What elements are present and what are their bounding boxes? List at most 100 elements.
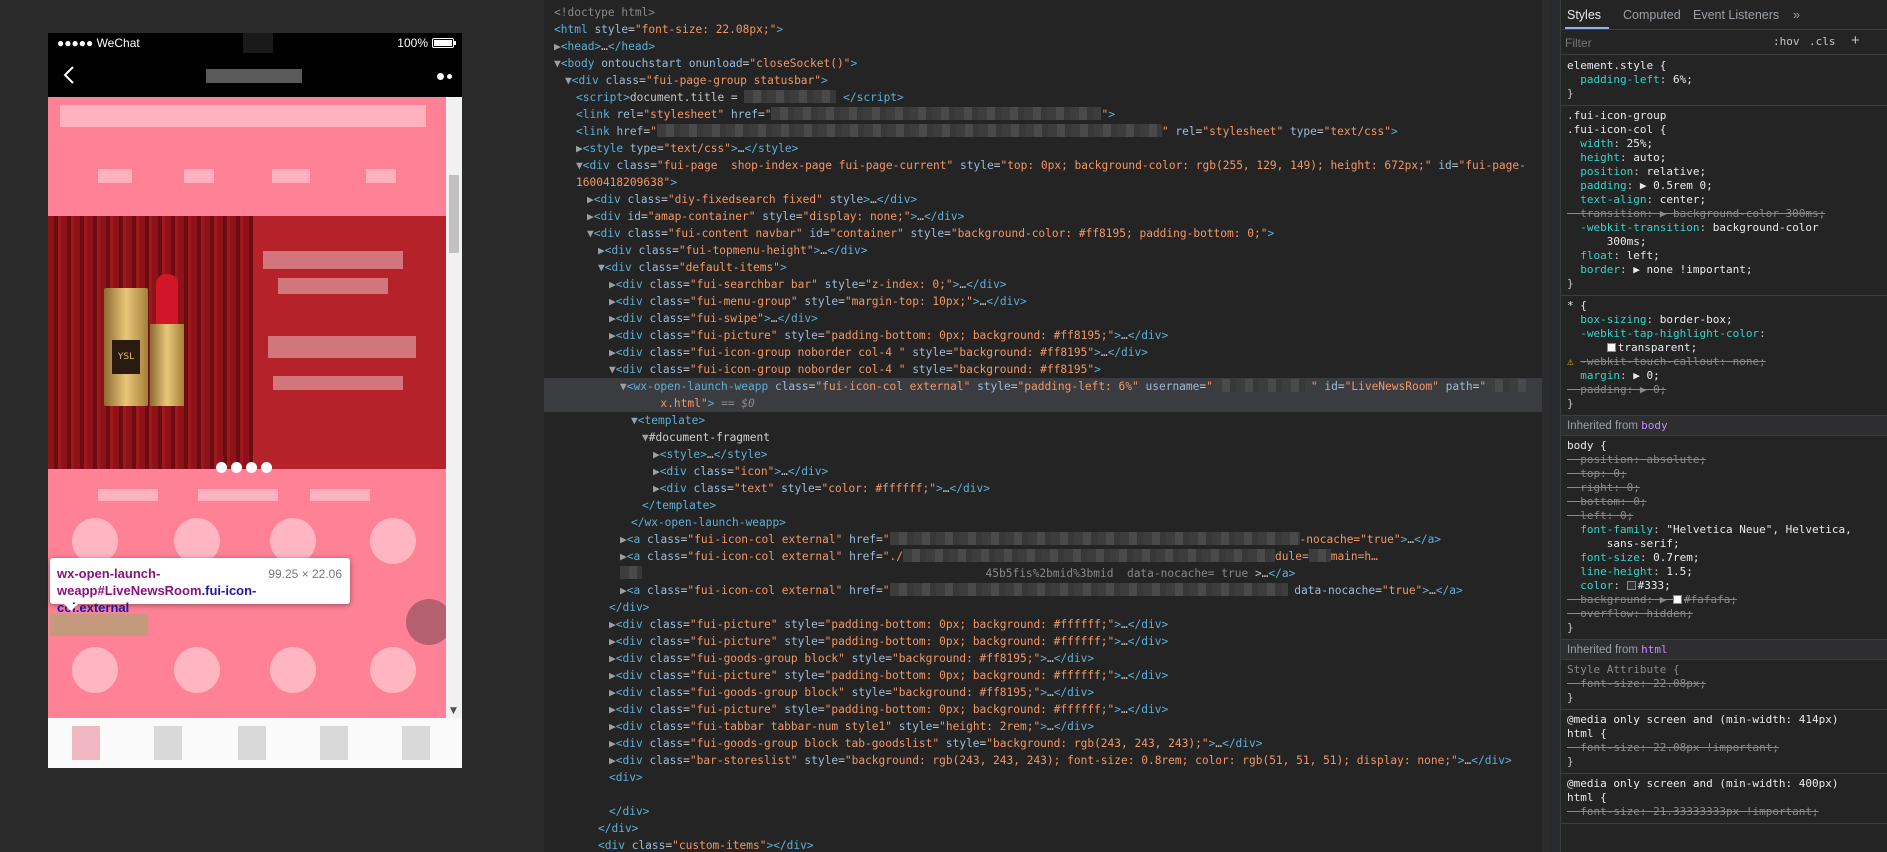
dom-node-line[interactable]: <link href=" " rel="stylesheet" type="tex… <box>544 123 1550 140</box>
icon-group-item[interactable] <box>174 647 220 693</box>
inherited-from-html: Inherited from html <box>1561 640 1887 660</box>
tab-computed[interactable]: Computed <box>1623 8 1681 22</box>
dom-node-line[interactable]: </div> <box>544 820 1550 837</box>
filter-input[interactable] <box>1565 34 1765 52</box>
dom-node-line[interactable]: ▶<div class="fui-goods-group block tab-g… <box>544 735 1550 752</box>
more-tabs-icon[interactable]: » <box>1793 8 1800 22</box>
scroll-down-icon[interactable]: ▼ <box>450 706 457 716</box>
dom-node-line[interactable]: ▼#document-fragment <box>544 429 1550 446</box>
dom-node-line[interactable]: ▶<div class="fui-searchbar bar" style="z… <box>544 276 1550 293</box>
dom-node-line[interactable]: 1600418209638"> <box>544 174 1550 191</box>
dom-node-line[interactable]: </template> <box>544 497 1550 514</box>
pagination-dot[interactable] <box>261 462 272 473</box>
battery-percent: 100% <box>397 36 428 50</box>
dom-node-line[interactable]: ▼<wx-open-launch-weapp class="fui-icon-c… <box>544 378 1550 395</box>
tab-item-blurred[interactable] <box>154 726 182 760</box>
dom-node-line[interactable]: <link rel="stylesheet" href=" "> <box>544 106 1550 123</box>
dom-node-line[interactable]: ▶<div class="fui-icon-group noborder col… <box>544 344 1550 361</box>
dom-node-line[interactable]: <div class="custom-items"></div> <box>544 837 1550 852</box>
dom-node-line[interactable]: ▶<div class="fui-goods-group block" styl… <box>544 684 1550 701</box>
pagination-dot[interactable] <box>216 462 227 473</box>
tab-item-blurred[interactable] <box>320 726 348 760</box>
menu-item-blurred[interactable] <box>366 169 396 183</box>
menu-item-blurred[interactable] <box>272 169 310 183</box>
icon-group-item[interactable] <box>72 647 118 693</box>
search-bar-blurred[interactable] <box>60 105 426 127</box>
dom-node-line[interactable]: ▶<head>…</head> <box>544 38 1550 55</box>
dom-node-line[interactable] <box>544 786 1550 803</box>
dom-node-line[interactable]: ▶<style>…</style> <box>544 446 1550 463</box>
dom-node-line[interactable]: ▶<style type="text/css">…</style> <box>544 140 1550 157</box>
pagination-dot[interactable] <box>246 462 257 473</box>
dom-node-line[interactable]: ▶<div class="fui-picture" style="padding… <box>544 701 1550 718</box>
dom-node-line[interactable]: 45b5fis%2bmid%3bmid data-nocache= true >… <box>544 565 1550 582</box>
rule-media-400[interactable]: @media only screen and (min-width: 400px… <box>1561 774 1887 824</box>
more-menu-icon[interactable] <box>437 73 452 80</box>
scrollbar-thumb[interactable] <box>449 175 459 253</box>
picture-text-blurred <box>198 489 278 501</box>
tab-event-listeners[interactable]: Event Listeners <box>1693 8 1779 22</box>
dom-node-line[interactable]: ▶<a class="fui-icon-col external" href="… <box>544 531 1550 548</box>
new-rule-button[interactable]: + <box>1851 32 1860 49</box>
dom-node-line[interactable]: ▶<div class="diy-fixedsearch fixed" styl… <box>544 191 1550 208</box>
icon-group-item[interactable] <box>370 647 416 693</box>
dom-node-line[interactable]: ▶<a class="fui-icon-col external" href="… <box>544 582 1550 599</box>
dom-node-line[interactable]: ▶<div class="fui-topmenu-height">…</div> <box>544 242 1550 259</box>
page-scrollbar[interactable]: ▼ <box>446 97 462 718</box>
dom-node-line[interactable]: </div> <box>544 803 1550 820</box>
dom-node-line[interactable]: ▶<div class="text" style="color: #ffffff… <box>544 480 1550 497</box>
dom-node-line[interactable]: ▶<div class="fui-picture" style="padding… <box>544 327 1550 344</box>
cls-toggle[interactable]: .cls <box>1809 35 1836 48</box>
dom-node-line[interactable]: <!doctype html> <box>544 4 1550 21</box>
filter-row: :hov .cls + <box>1561 31 1887 55</box>
icon-group-item[interactable] <box>270 647 316 693</box>
dom-node-line[interactable]: ▶<div class="icon">…</div> <box>544 463 1550 480</box>
dom-node-line[interactable]: ▶<div class="fui-picture" style="padding… <box>544 633 1550 650</box>
dom-node-line[interactable]: ▶<a class="fui-icon-col external" href="… <box>544 548 1550 565</box>
tab-item-blurred[interactable] <box>72 726 100 760</box>
menu-item-blurred[interactable] <box>184 169 214 183</box>
dom-node-line[interactable]: ▶<div id="amap-container" style="display… <box>544 208 1550 225</box>
dom-node-line[interactable]: ▶<div class="fui-picture" style="padding… <box>544 616 1550 633</box>
dom-node-line[interactable]: ▼<div class="default-items"> <box>544 259 1550 276</box>
banner-pagination-dots[interactable] <box>216 462 272 473</box>
dom-node-line[interactable]: </div> <box>544 599 1550 616</box>
pagination-dot[interactable] <box>231 462 242 473</box>
rule-media-414[interactable]: @media only screen and (min-width: 414px… <box>1561 710 1887 774</box>
dom-tree[interactable]: <!doctype html> <html style="font-size: 2… <box>544 4 1550 852</box>
rule-body[interactable]: body { position: absolute; top: 0; right… <box>1561 436 1887 640</box>
icon-group-item[interactable] <box>370 518 416 564</box>
phone-viewport[interactable]: ●●●●● WeChat 100% YSL ▼ <box>48 33 462 768</box>
dom-node-line[interactable]: ▶<div class="fui-menu-group" style="marg… <box>544 293 1550 310</box>
dom-node-line[interactable]: x.html"> == $0 <box>544 395 1550 412</box>
dom-node-line[interactable]: ▼<div class="fui-content navbar" id="con… <box>544 225 1550 242</box>
menu-item-blurred[interactable] <box>98 169 132 183</box>
swipe-banner[interactable]: YSL <box>48 216 446 469</box>
dom-node-line[interactable]: ▶<div class="fui-swipe">…</div> <box>544 310 1550 327</box>
rule-universal[interactable]: * { box-sizing: border-box; -webkit-tap-… <box>1561 296 1887 416</box>
dom-node-line[interactable]: ▶<div class="fui-picture" style="padding… <box>544 667 1550 684</box>
dom-node-line[interactable]: ▼<body ontouchstart onunload="closeSocke… <box>544 55 1550 72</box>
back-arrow-icon[interactable] <box>54 59 86 91</box>
elements-scrollbar[interactable] <box>1542 0 1550 852</box>
dom-node-line[interactable]: ▶<div class="fui-tabbar tabbar-num style… <box>544 718 1550 735</box>
hov-toggle[interactable]: :hov <box>1773 35 1800 48</box>
dom-node-line[interactable]: <script>document.title = </script> <box>544 89 1550 106</box>
rule-element-style[interactable]: element.style { padding-left: 6%; } <box>1561 56 1887 106</box>
dom-node-line[interactable]: <html style="font-size: 22.08px;"> <box>544 21 1550 38</box>
dom-node-line[interactable]: </wx-open-launch-weapp> <box>544 514 1550 531</box>
rule-style-attribute[interactable]: Style Attribute { font-size: 22.08px; } <box>1561 660 1887 710</box>
dom-node-line[interactable]: ▼<div class="fui-page shop-index-page fu… <box>544 157 1550 174</box>
tab-item-blurred[interactable] <box>238 726 266 760</box>
dom-node-line[interactable]: ▼<template> <box>544 412 1550 429</box>
styles-panel: Styles Computed Event Listeners » :hov .… <box>1560 0 1887 852</box>
rule-fui-icon-col[interactable]: .fui-icon-group .fui-icon-col { width: 2… <box>1561 106 1887 296</box>
dom-node-line[interactable]: ▼<div class="fui-icon-group noborder col… <box>544 361 1550 378</box>
tab-item-blurred[interactable] <box>402 726 430 760</box>
status-bar: ●●●●● WeChat 100% <box>48 33 462 53</box>
dom-node-line[interactable]: ▼<div class="fui-page-group statusbar"> <box>544 72 1550 89</box>
tab-styles[interactable]: Styles <box>1567 8 1601 22</box>
dom-node-line[interactable]: <div> <box>544 769 1550 786</box>
dom-node-line[interactable]: ▶<div class="fui-goods-group block" styl… <box>544 650 1550 667</box>
dom-node-line[interactable]: ▶<div class="bar-storeslist" style="back… <box>544 752 1550 769</box>
